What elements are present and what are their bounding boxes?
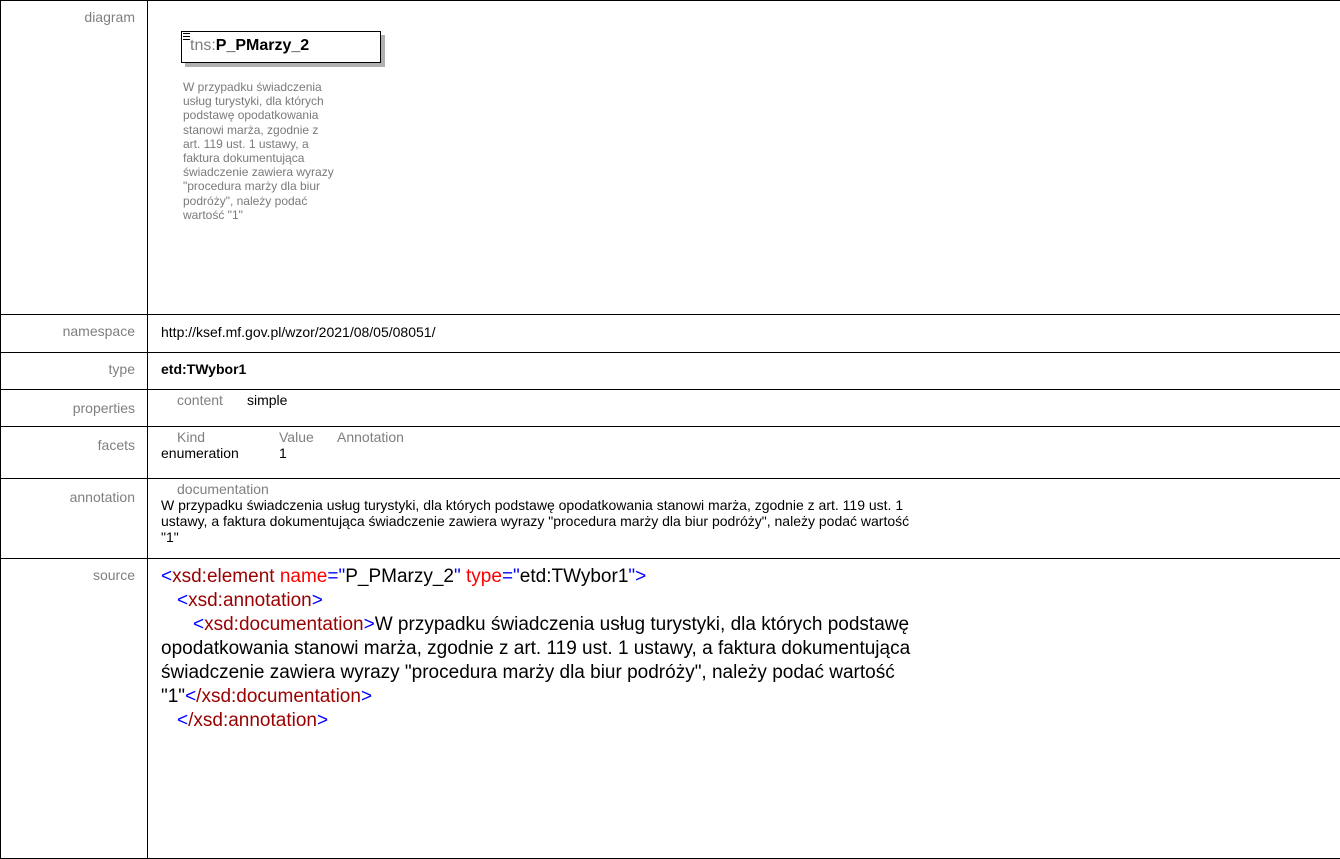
type-label: type bbox=[1, 353, 148, 390]
annotation-cell: documentation W przypadku świadczenia us… bbox=[148, 479, 1340, 559]
diagram-doc-line: świadczenie zawiera wyrazy bbox=[183, 165, 368, 179]
source-line-7: </xsd:annotation> bbox=[161, 709, 1320, 733]
source-label: source bbox=[1, 559, 148, 859]
diagram-doc-line: "procedura marży dla biur bbox=[183, 179, 368, 193]
source-line-4: opodatkowania stanowi marża, zgodnie z a… bbox=[161, 637, 1320, 661]
facet-header-value: Value bbox=[279, 429, 337, 445]
property-key: content bbox=[177, 392, 247, 408]
annotation-line: "1" bbox=[161, 529, 1310, 545]
annotation-key: documentation bbox=[161, 481, 1310, 497]
facet-header-kind: Kind bbox=[177, 429, 279, 445]
source-cell: <xsd:element name="P_PMarzy_2" type="etd… bbox=[148, 559, 1340, 859]
diagram-doc-line: stanowi marża, zgodnie z bbox=[183, 123, 368, 137]
type-value: etd:TWybor1 bbox=[161, 353, 1340, 377]
diagram-cell: tns:P_PMarzy_2 W przypadku świadczenia u… bbox=[148, 1, 1340, 315]
facet-header-annotation: Annotation bbox=[337, 429, 404, 445]
annotation-line: ustawy, a faktura dokumentująca świadcze… bbox=[161, 513, 1310, 529]
source-line-6: "1"</xsd:documentation> bbox=[161, 685, 1320, 709]
annotation-line: W przypadku świadczenia usług turystyki,… bbox=[161, 497, 1310, 513]
element-prefix: tns: bbox=[190, 37, 216, 54]
documentation-icon bbox=[183, 33, 190, 41]
element-details-table: diagram tns:P_PMarzy_2 W przypadku świad… bbox=[0, 0, 1340, 859]
facets-label: facets bbox=[1, 427, 148, 479]
diagram-doc-line: wartość "1" bbox=[183, 208, 368, 222]
element-diagram: tns:P_PMarzy_2 bbox=[181, 31, 393, 68]
diagram-label: diagram bbox=[1, 1, 148, 315]
diagram-doc-line: usług turystyki, dla których bbox=[183, 94, 368, 108]
diagram-doc-line: podstawę opodatkowania bbox=[183, 108, 368, 122]
type-row: type etd:TWybor1 bbox=[1, 353, 1340, 390]
source-line-3: <xsd:documentation>W przypadku świadczen… bbox=[161, 613, 1320, 637]
namespace-row: namespace http://ksef.mf.gov.pl/wzor/202… bbox=[1, 315, 1340, 353]
source-code: <xsd:element name="P_PMarzy_2" type="etd… bbox=[161, 559, 1340, 733]
facets-cell: KindValueAnnotation enumeration1 bbox=[148, 427, 1340, 479]
properties-cell: contentsimple bbox=[148, 390, 1340, 427]
facets-row: facets KindValueAnnotation enumeration1 bbox=[1, 427, 1340, 479]
properties-label: properties bbox=[1, 390, 148, 427]
source-line-5: świadczenie zawiera wyrazy "procedura ma… bbox=[161, 661, 1320, 685]
diagram-documentation: W przypadku świadczenia usług turystyki,… bbox=[183, 80, 368, 230]
annotation-row: annotation documentation W przypadku świ… bbox=[1, 479, 1340, 559]
element-local-name: P_PMarzy_2 bbox=[216, 37, 309, 54]
diagram-doc-line: faktura dokumentująca bbox=[183, 151, 368, 165]
facet-kind: enumeration bbox=[161, 445, 279, 461]
diagram-doc-line: art. 119 ust. 1 ustawy, a bbox=[183, 137, 368, 151]
diagram-row: diagram tns:P_PMarzy_2 W przypadku świad… bbox=[1, 1, 1340, 315]
namespace-value: http://ksef.mf.gov.pl/wzor/2021/08/05/08… bbox=[161, 315, 1340, 340]
facets-table: KindValueAnnotation enumeration1 bbox=[177, 427, 1340, 461]
properties-row: properties contentsimple bbox=[1, 390, 1340, 427]
type-cell: etd:TWybor1 bbox=[148, 353, 1340, 390]
annotation-label: annotation bbox=[1, 479, 148, 559]
namespace-label: namespace bbox=[1, 315, 148, 353]
diagram-doc-line: W przypadku świadczenia bbox=[183, 80, 368, 94]
facet-value: 1 bbox=[279, 445, 287, 461]
source-row: source <xsd:element name="P_PMarzy_2" ty… bbox=[1, 559, 1340, 859]
source-line-2: <xsd:annotation> bbox=[161, 589, 1320, 613]
namespace-cell: http://ksef.mf.gov.pl/wzor/2021/08/05/08… bbox=[148, 315, 1340, 353]
annotation-block: documentation W przypadku świadczenia us… bbox=[161, 479, 1340, 545]
source-line-1: <xsd:element name="P_PMarzy_2" type="etd… bbox=[161, 565, 1320, 589]
element-name: tns:P_PMarzy_2 bbox=[190, 37, 309, 55]
element-box[interactable]: tns:P_PMarzy_2 bbox=[181, 31, 381, 63]
property-value: simple bbox=[247, 392, 287, 408]
diagram-doc-line: podróży", należy podać bbox=[183, 194, 368, 208]
